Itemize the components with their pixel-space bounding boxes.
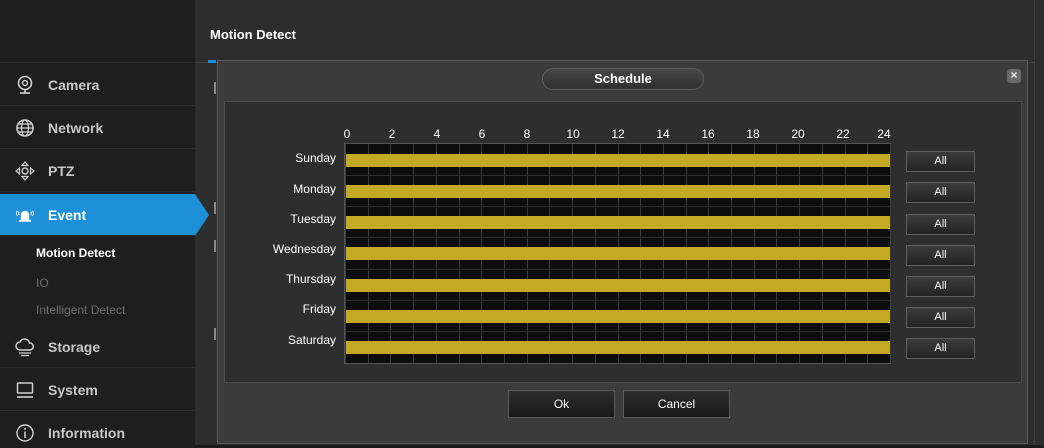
hour-label: 0 bbox=[343, 127, 351, 141]
sidebar-top bbox=[0, 0, 195, 63]
hour-label: 20 bbox=[791, 127, 805, 141]
day-label-thursday: Thursday bbox=[285, 272, 336, 286]
day-schedule-bar-wednesday[interactable] bbox=[346, 247, 890, 260]
all-button-tuesday[interactable]: All bbox=[906, 214, 975, 235]
hour-label: 8 bbox=[523, 127, 531, 141]
all-button-sunday[interactable]: All bbox=[906, 151, 975, 172]
sidebar-item-network[interactable]: Network bbox=[0, 107, 195, 149]
day-schedule-bar-monday[interactable] bbox=[346, 185, 890, 198]
day-schedule-bar-tuesday[interactable] bbox=[346, 216, 890, 229]
grid-row-separator bbox=[345, 269, 890, 270]
sidebar-item-system[interactable]: System bbox=[0, 369, 195, 411]
grid-row-separator bbox=[345, 237, 890, 238]
page-title: Motion Detect bbox=[210, 27, 296, 42]
info-icon bbox=[14, 422, 36, 444]
hour-label: 6 bbox=[478, 127, 486, 141]
storage-cloud-icon bbox=[14, 336, 36, 358]
close-icon[interactable]: × bbox=[1007, 69, 1021, 83]
day-schedule-bar-thursday[interactable] bbox=[346, 279, 890, 292]
all-button-thursday[interactable]: All bbox=[906, 276, 975, 297]
sidebar-item-ptz[interactable]: PTZ bbox=[0, 150, 195, 192]
ptz-icon bbox=[14, 160, 36, 182]
hour-label: 12 bbox=[611, 127, 625, 141]
event-alarm-icon bbox=[14, 204, 36, 226]
all-button-friday[interactable]: All bbox=[906, 307, 975, 328]
sidebar-item-label: System bbox=[48, 381, 98, 398]
sidebar-subitem-motion-detect[interactable]: Motion Detect bbox=[36, 246, 115, 260]
sidebar-item-storage[interactable]: Storage bbox=[0, 326, 195, 368]
day-label-friday: Friday bbox=[302, 302, 336, 316]
sidebar-item-label: PTZ bbox=[48, 162, 75, 179]
main-header bbox=[195, 0, 1044, 63]
hour-label: 16 bbox=[701, 127, 715, 141]
sidebar-item-label: Information bbox=[48, 424, 125, 441]
day-label-tuesday: Tuesday bbox=[290, 212, 336, 226]
grid-hour-line bbox=[890, 144, 891, 363]
sidebar-item-event[interactable]: Event bbox=[0, 194, 209, 236]
background-content-mark bbox=[214, 82, 216, 94]
network-globe-icon bbox=[14, 117, 36, 139]
sidebar-item-camera[interactable]: Camera bbox=[0, 64, 195, 106]
tab-underline bbox=[208, 60, 216, 63]
day-schedule-bar-friday[interactable] bbox=[346, 310, 890, 323]
hour-label: 14 bbox=[656, 127, 670, 141]
day-label-wednesday: Wednesday bbox=[272, 242, 336, 256]
sidebar-item-label: Camera bbox=[48, 76, 100, 93]
day-schedule-bar-saturday[interactable] bbox=[346, 341, 890, 354]
ok-button[interactable]: Ok bbox=[508, 390, 615, 418]
grid-row-separator bbox=[345, 300, 890, 301]
all-button-saturday[interactable]: All bbox=[906, 338, 975, 359]
sidebar-item-label: Event bbox=[48, 206, 87, 223]
grid-row-separator bbox=[345, 175, 890, 176]
hour-label: 22 bbox=[836, 127, 850, 141]
sidebar-item-information[interactable]: Information bbox=[0, 412, 195, 448]
grid-row-separator bbox=[345, 331, 890, 332]
all-button-monday[interactable]: All bbox=[906, 182, 975, 203]
cancel-button[interactable]: Cancel bbox=[623, 390, 730, 418]
day-schedule-bar-sunday[interactable] bbox=[346, 154, 890, 167]
hour-label: 2 bbox=[388, 127, 396, 141]
sidebar-item-label: Storage bbox=[48, 338, 101, 355]
hour-label: 10 bbox=[566, 127, 580, 141]
hour-label: 4 bbox=[433, 127, 441, 141]
day-label-saturday: Saturday bbox=[287, 333, 336, 347]
dialog-title: Schedule bbox=[542, 68, 704, 90]
system-monitor-icon bbox=[14, 379, 36, 401]
sidebar-subitem-io[interactable]: IO bbox=[36, 276, 49, 290]
hour-label: 18 bbox=[746, 127, 760, 141]
frame-border bbox=[1034, 0, 1044, 448]
sidebar-subitem-intelligent-detect[interactable]: Intelligent Detect bbox=[36, 303, 125, 317]
sidebar-item-label: Network bbox=[48, 119, 104, 136]
camera-icon bbox=[14, 74, 36, 96]
hour-label: 24 bbox=[877, 127, 891, 141]
day-label-monday: Monday bbox=[293, 182, 336, 196]
grid-row-separator bbox=[345, 206, 890, 207]
day-label-sunday: Sunday bbox=[295, 151, 336, 165]
all-button-wednesday[interactable]: All bbox=[906, 245, 975, 266]
